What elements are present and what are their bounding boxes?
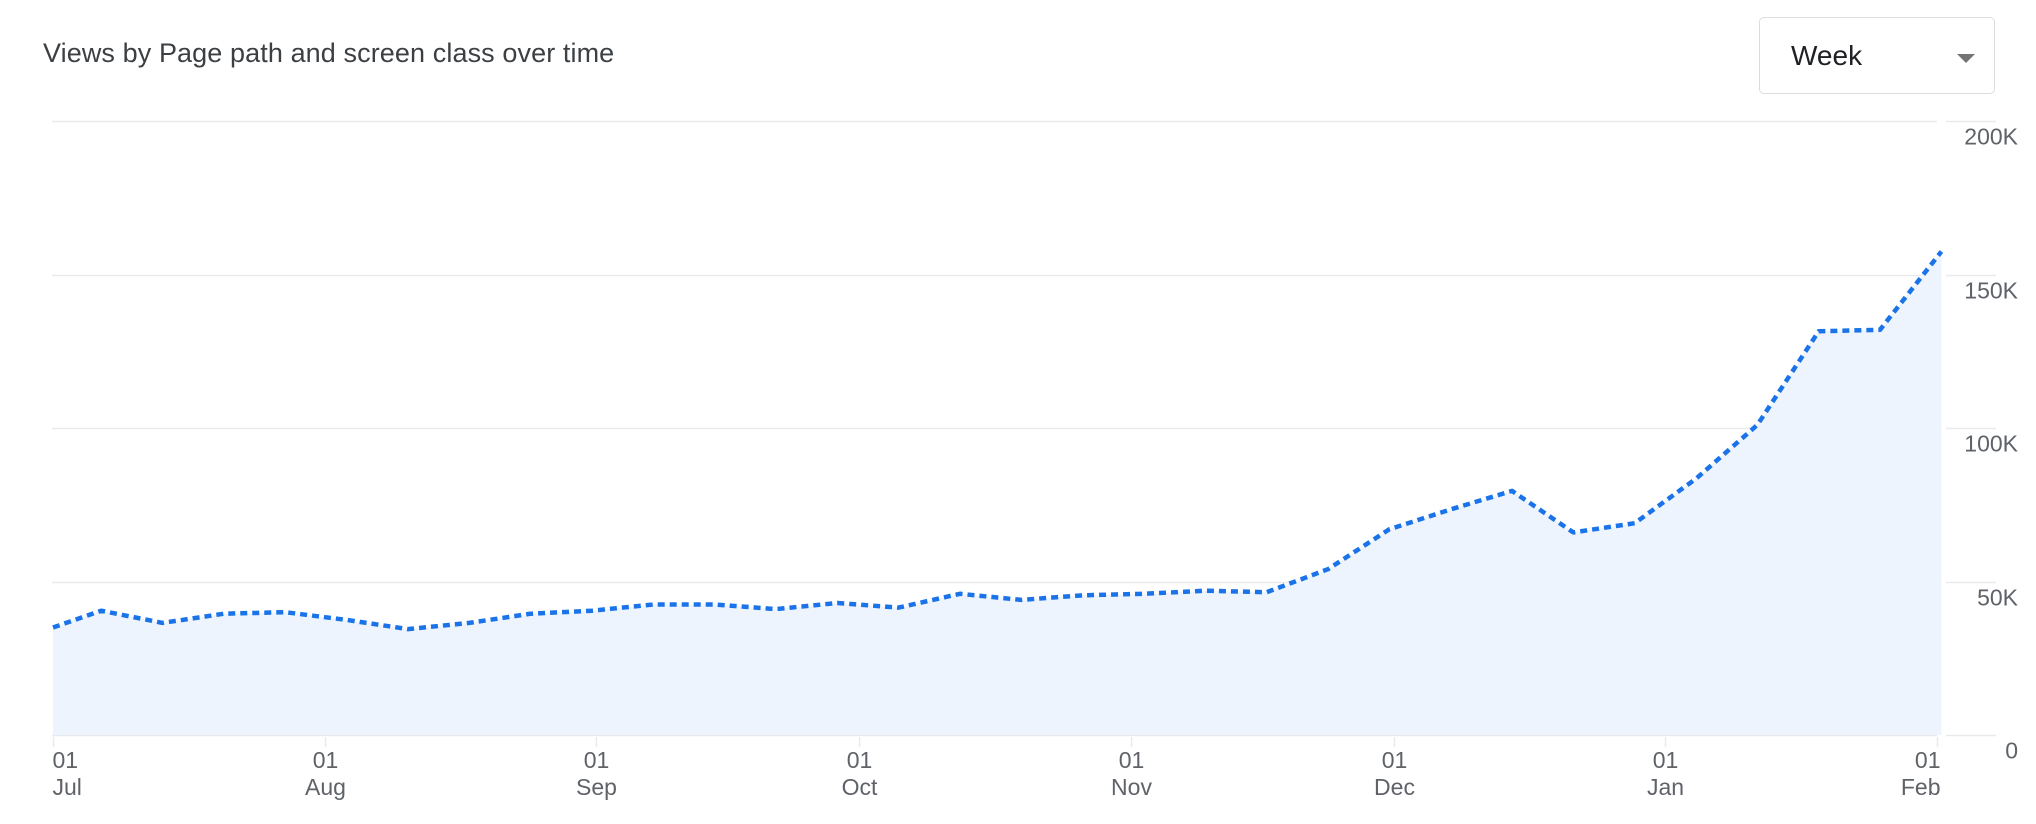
- x-tick-label-day: 01: [584, 747, 610, 773]
- data-point[interactable]: [47, 622, 59, 634]
- data-point[interactable]: [1629, 517, 1641, 529]
- data-point[interactable]: [1322, 563, 1334, 575]
- data-point[interactable]: [157, 617, 169, 629]
- x-tick-label-month: Sep: [576, 774, 617, 800]
- y-tick-label: 0: [2005, 738, 2018, 764]
- x-tick-label-month: Dec: [1374, 774, 1415, 800]
- y-tick-label: 100K: [1964, 431, 2018, 457]
- x-tick-label-day: 01: [1382, 747, 1408, 773]
- y-tick-label: 200K: [1964, 124, 2018, 150]
- data-point[interactable]: [1015, 594, 1027, 606]
- data-point[interactable]: [893, 602, 905, 614]
- data-point[interactable]: [1751, 419, 1763, 431]
- y-axis: 0 50K 100K 150K 200K: [1964, 124, 2018, 764]
- data-point[interactable]: [1567, 526, 1579, 538]
- y-tick-label: 150K: [1964, 278, 2018, 304]
- data-point[interactable]: [709, 599, 721, 611]
- x-tick-label-day: 01: [847, 747, 873, 773]
- area-fill: [53, 251, 1942, 735]
- data-point[interactable]: [770, 603, 782, 615]
- data-point[interactable]: [831, 597, 843, 609]
- data-point[interactable]: [1690, 473, 1702, 485]
- data-point[interactable]: [647, 599, 659, 611]
- x-tick-label-month: Feb: [1901, 774, 1941, 800]
- views-over-time-chart: 01Jul01Aug01Sep01Oct01Nov01Dec01Jan01Feb…: [47, 120, 2019, 800]
- data-point[interactable]: [1445, 503, 1457, 515]
- y-tick-label: 50K: [1977, 585, 2019, 611]
- data-point[interactable]: [95, 605, 107, 617]
- x-tick-label-month: Jan: [1647, 774, 1684, 800]
- x-tick-label-month: Jul: [53, 774, 82, 800]
- x-tick-label-day: 01: [1653, 747, 1679, 773]
- data-point[interactable]: [279, 606, 291, 618]
- x-tick-label-day: 01: [313, 747, 339, 773]
- data-point[interactable]: [1261, 586, 1273, 598]
- x-axis: 01Jul01Aug01Sep01Oct01Nov01Dec01Jan01Feb: [53, 737, 1941, 800]
- data-point[interactable]: [1199, 585, 1211, 597]
- data-point[interactable]: [525, 608, 537, 620]
- x-tick-label-month: Aug: [305, 774, 346, 800]
- data-point[interactable]: [1383, 523, 1395, 535]
- data-point[interactable]: [954, 588, 966, 600]
- x-tick-label-day: 01: [1915, 747, 1941, 773]
- data-point[interactable]: [1138, 588, 1150, 600]
- data-point[interactable]: [1813, 325, 1825, 337]
- data-point[interactable]: [1874, 324, 1886, 336]
- data-point[interactable]: [341, 614, 353, 626]
- data-point[interactable]: [1077, 589, 1089, 601]
- x-tick-label-day: 01: [1119, 747, 1145, 773]
- data-point[interactable]: [218, 608, 230, 620]
- data-point[interactable]: [463, 617, 475, 629]
- data-point[interactable]: [586, 605, 598, 617]
- data-point[interactable]: [402, 623, 414, 635]
- x-tick-label-month: Nov: [1111, 774, 1152, 800]
- data-point[interactable]: [1935, 246, 1947, 258]
- data-point[interactable]: [1506, 485, 1518, 497]
- x-tick-label-day: 01: [53, 747, 79, 773]
- x-tick-label-month: Oct: [842, 774, 878, 800]
